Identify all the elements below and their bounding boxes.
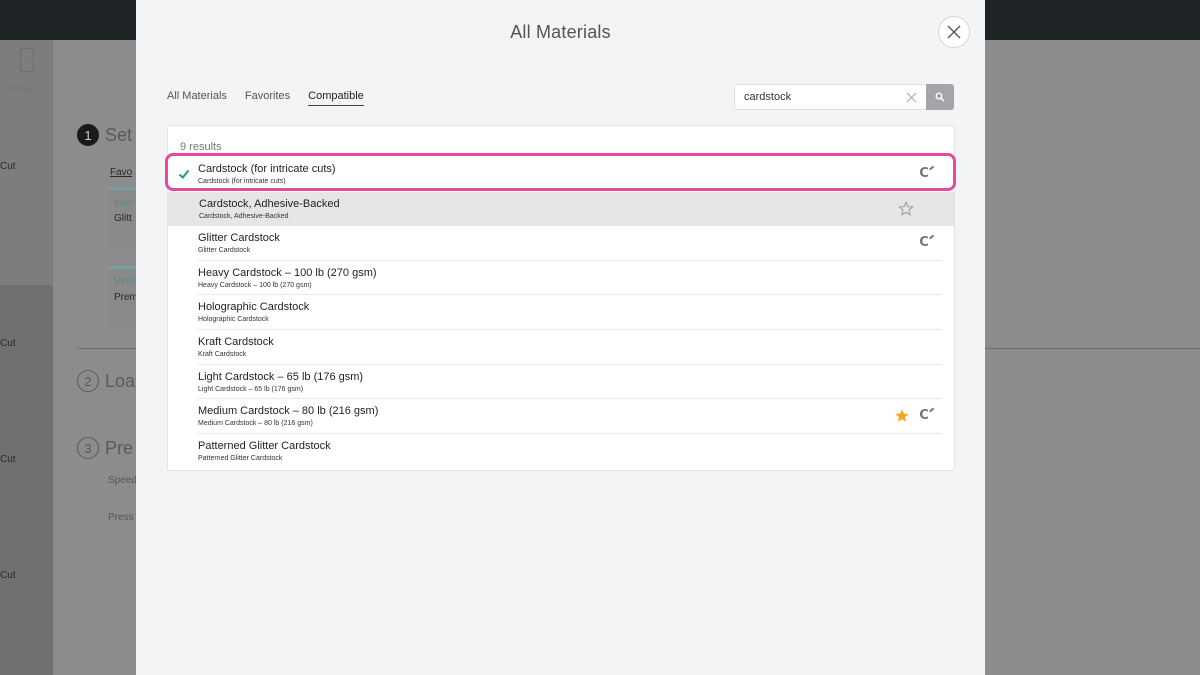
list-item[interactable]: Holographic Cardstock Holographic Cardst… — [198, 295, 942, 330]
step-number: 1 — [77, 124, 99, 146]
item-subtitle: Glitter Cardstock — [198, 247, 251, 255]
item-subtitle: Light Cardstock – 65 lb (176 gsm) — [198, 385, 304, 393]
item-name: Cardstock, Adhesive-Backed — [199, 197, 340, 210]
item-subtitle: Holographic Cardstock — [198, 316, 269, 324]
results-count: 9 results — [180, 141, 222, 153]
step-number: 3 — [77, 437, 99, 459]
stepper-control — [20, 48, 34, 72]
item-name: Kraft Cardstock — [198, 335, 274, 348]
close-button[interactable] — [938, 16, 970, 48]
card-type-label: Vinyl — [114, 276, 136, 287]
item-subtitle: Kraft Cardstock — [198, 350, 247, 358]
tab-compatible[interactable]: Compatible — [308, 90, 364, 106]
list-item[interactable]: Patterned Glitter Cardstock Patterned Gl… — [198, 434, 942, 469]
item-name: Heavy Cardstock – 100 lb (270 gsm) — [198, 266, 377, 279]
list-item[interactable]: Medium Cardstock – 80 lb (216 gsm) Mediu… — [198, 399, 942, 434]
step-label: Loa — [105, 370, 136, 391]
item-subtitle: Cardstock (for intricate cuts) — [198, 178, 286, 185]
apply-button: Apply — [8, 84, 34, 95]
list-item[interactable]: Cardstock, Adhesive-Backed Cardstock, Ad… — [168, 191, 954, 227]
star-outline-icon[interactable] — [898, 200, 914, 217]
list-item[interactable]: Cardstock (for intricate cuts) Cardstock… — [178, 157, 942, 192]
star-filled-icon[interactable] — [894, 408, 910, 424]
search-button[interactable] — [926, 84, 954, 110]
item-subtitle: Heavy Cardstock – 100 lb (270 gsm) — [198, 281, 312, 289]
item-name: Holographic Cardstock — [198, 301, 310, 314]
close-icon — [947, 25, 961, 39]
cricut-icon: C — [916, 408, 932, 424]
search-box — [734, 84, 954, 110]
item-subtitle: Patterned Glitter Cardstock — [198, 454, 283, 462]
speed-label: Speed — [108, 475, 137, 486]
search-icon — [935, 92, 945, 102]
item-name: Medium Cardstock – 80 lb (216 gsm) — [198, 405, 379, 418]
cut-label: Cut — [0, 161, 16, 172]
cut-label: Cut — [0, 454, 16, 465]
pressure-label: Press — [108, 512, 134, 523]
favorites-tab-bg: Favo — [110, 167, 133, 178]
card-name-label: Prem — [114, 292, 138, 303]
search-input[interactable] — [734, 84, 926, 110]
step-label: Set — [105, 124, 133, 145]
close-icon — [906, 92, 916, 102]
item-name: Glitter Cardstock — [198, 232, 280, 245]
item-name: Patterned Glitter Cardstock — [198, 439, 331, 452]
cricut-icon: C — [916, 166, 932, 182]
item-subtitle: Cardstock, Adhesive-Backed — [199, 212, 289, 220]
tab-favorites[interactable]: Favorites — [245, 90, 290, 106]
step-number: 2 — [77, 370, 99, 392]
step-3: 3 Pre — [77, 437, 133, 459]
divider — [985, 348, 1200, 349]
clear-search-button[interactable] — [904, 90, 918, 104]
card-name-label: Glitt — [114, 213, 132, 224]
material-tabs: All Materials Favorites Compatible — [167, 90, 364, 106]
step-1: 1 Set — [77, 124, 132, 146]
list-item[interactable]: Glitter Cardstock Glitter Cardstock C — [198, 226, 942, 261]
all-materials-modal: All Materials All Materials Favorites Co… — [136, 0, 985, 675]
item-name: Light Cardstock – 65 lb (176 gsm) — [198, 370, 364, 383]
check-icon — [178, 169, 190, 179]
cricut-icon: C — [916, 235, 932, 251]
step-2: 2 Loa — [77, 370, 135, 392]
list-item[interactable]: Light Cardstock – 65 lb (176 gsm) Light … — [198, 365, 942, 400]
results-list: Cardstock (for intricate cuts) Cardstock… — [168, 157, 954, 468]
divider — [77, 348, 137, 349]
modal-title: All Materials — [510, 22, 611, 42]
item-name: Cardstock (for intricate cuts) — [198, 163, 336, 175]
step-label: Pre — [105, 437, 134, 458]
cut-label: Cut — [0, 338, 16, 349]
card-type-label: Iron- — [114, 198, 135, 209]
results-panel: 9 results Cardstock (for intricate cuts)… — [167, 125, 955, 471]
tab-all-materials[interactable]: All Materials — [167, 90, 227, 106]
cut-label: Cut — [0, 570, 16, 581]
item-subtitle: Medium Cardstock – 80 lb (216 gsm) — [198, 420, 313, 428]
list-item[interactable]: Kraft Cardstock Kraft Cardstock — [198, 330, 942, 365]
list-item[interactable]: Heavy Cardstock – 100 lb (270 gsm) Heavy… — [198, 261, 942, 296]
